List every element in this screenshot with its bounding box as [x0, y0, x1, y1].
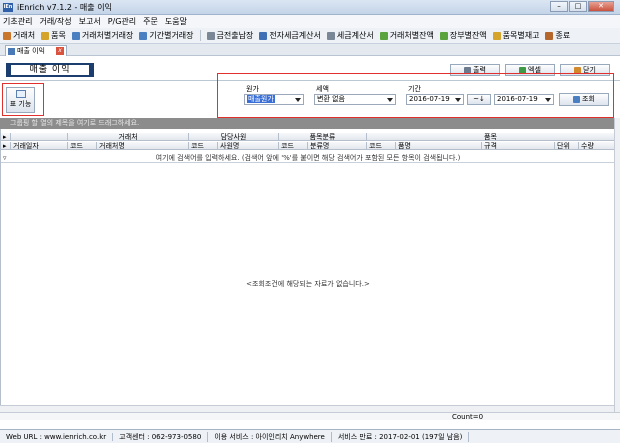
highlight-box [217, 73, 614, 118]
vertical-scrollbar[interactable] [614, 118, 620, 420]
app-logo-icon: iEn [3, 2, 13, 12]
menu-report[interactable]: 보고서 [79, 16, 101, 27]
toolbar: 거래처 품목 거래처별거래장 기간별거래장 금전출납장 전자세금계산서 세금계산… [0, 28, 620, 44]
box-icon [492, 31, 501, 40]
status-service: 이용 서비스 : 아이인리치 Anywhere [208, 431, 332, 442]
highlight-box [2, 83, 44, 116]
box-icon [41, 31, 50, 40]
col-header-item-code[interactable]: 코드 [367, 142, 396, 150]
col-header-staff-name[interactable]: 사원명 [218, 142, 279, 150]
group-header-item[interactable]: 품목 [367, 133, 615, 141]
leaf-icon [379, 31, 388, 40]
document-tabs: 매출 이익 x [0, 44, 620, 56]
window-icon [8, 47, 15, 55]
group-header-row: ▸ 거래처 담당사원 품목분류 품목 [1, 133, 615, 141]
filter-icon: ▿ [3, 154, 7, 162]
toolbar-book-balance-button[interactable]: 장부별잔액 [439, 30, 487, 41]
menu-help[interactable]: 도움말 [165, 16, 187, 27]
col-header-qty[interactable]: 수량 [579, 142, 615, 150]
col-header-category-name[interactable]: 분류명 [308, 142, 367, 150]
menu-transaction[interactable]: 거래/작성 [39, 16, 71, 27]
group-header-customer[interactable]: 거래처 [68, 133, 189, 141]
toolbar-cashbook-button[interactable]: 금전출납장 [206, 30, 253, 41]
col-header-item-name[interactable]: 품명 [396, 142, 482, 150]
status-expire: 서비스 만료 : 2017-02-01 (197일 남음) [332, 431, 470, 442]
toolbar-customer-button[interactable]: 거래처 [3, 30, 35, 41]
col-header-date[interactable]: 거래일자 [11, 142, 68, 150]
group-header-staff[interactable]: 담당사원 [189, 133, 279, 141]
toolbar-period-ledger-button[interactable]: 기간별거래장 [139, 30, 194, 41]
empty-message: <조회조건에 해당되는 자료가 없습니다.> [246, 280, 370, 288]
toolbar-exit-button[interactable]: 종료 [545, 30, 570, 41]
maximize-icon[interactable]: □ [569, 1, 587, 12]
menu-bar: 기초관리 거래/작성 보고서 P/G관리 주문 도움말 [0, 15, 620, 28]
group-header-spacer [11, 133, 68, 141]
close-window-icon[interactable]: ✕ [588, 1, 614, 12]
toolbar-customer-balance-button[interactable]: 거래처별잔액 [379, 30, 434, 41]
exit-icon [545, 31, 554, 40]
tab-sales-profit[interactable]: 매출 이익 x [5, 45, 67, 56]
column-header-row: ▸ 거래일자 코드 거래처명 코드 사원명 코드 분류명 코드 품명 규격 단위… [1, 142, 615, 150]
row-indicator-header: ▸ [1, 142, 11, 150]
col-header-customer-name[interactable]: 거래처명 [97, 142, 189, 150]
title-bar: iEn iEnrich v7.1.2 - 매출 이익 – □ ✕ [0, 0, 620, 15]
toolbar-stock-button[interactable]: 품목별재고 [492, 30, 539, 41]
person-icon [3, 31, 11, 40]
toolbar-tax-invoice-button[interactable]: 세금계산서 [326, 30, 374, 41]
col-header-unit[interactable]: 단위 [555, 142, 579, 150]
minimize-icon[interactable]: – [550, 1, 568, 12]
group-by-area[interactable]: 그룹핑 할 열의 제목을 여기로 드래그하세요. [0, 118, 614, 129]
grid-filter-row[interactable]: ▿ 여기에 검색어를 입력하세요. (검색어 앞에 '%'를 붙이면 해당 검색… [1, 154, 615, 163]
monitor-icon [259, 31, 268, 40]
row-indicator-header: ▸ [1, 133, 11, 141]
status-support: 고객센터 : 062-973-0580 [113, 431, 209, 442]
document-icon [206, 31, 215, 40]
data-grid: ▸ 거래처 담당사원 품목분류 품목 ▸ 거래일자 코드 거래처명 코드 사원명… [0, 129, 615, 420]
col-header-customer-code[interactable]: 코드 [68, 142, 97, 150]
status-web-url: Web URL : www.ienrich.co.kr [0, 432, 114, 441]
toolbar-customer-ledger-button[interactable]: 거래처별거래장 [71, 30, 133, 41]
stack-icon [439, 31, 448, 40]
invoice-icon [326, 31, 335, 40]
toolbar-etax-button[interactable]: 전자세금계산서 [259, 30, 321, 41]
toolbar-divider [199, 30, 201, 41]
col-header-spec[interactable]: 규격 [482, 142, 555, 150]
menu-order[interactable]: 주문 [143, 16, 158, 27]
close-icon[interactable]: x [56, 47, 64, 55]
window-title: iEnrich v7.1.2 - 매출 이익 [17, 2, 112, 12]
ledger-icon [71, 31, 80, 40]
record-count: Count=0 [0, 412, 620, 421]
horizontal-scrollbar[interactable] [0, 405, 614, 412]
col-header-category-code[interactable]: 코드 [279, 142, 308, 150]
toolbar-item-button[interactable]: 품목 [41, 30, 66, 41]
status-bar: Web URL : www.ienrich.co.kr 고객센터 : 062-9… [0, 429, 620, 443]
calendar-icon [139, 31, 148, 40]
page-title: 매출 이익 [6, 63, 94, 77]
group-header-category[interactable]: 품목분류 [279, 133, 367, 141]
col-header-staff-code[interactable]: 코드 [189, 142, 218, 150]
menu-pg[interactable]: P/G관리 [108, 16, 136, 27]
menu-basic[interactable]: 기초관리 [3, 16, 32, 27]
